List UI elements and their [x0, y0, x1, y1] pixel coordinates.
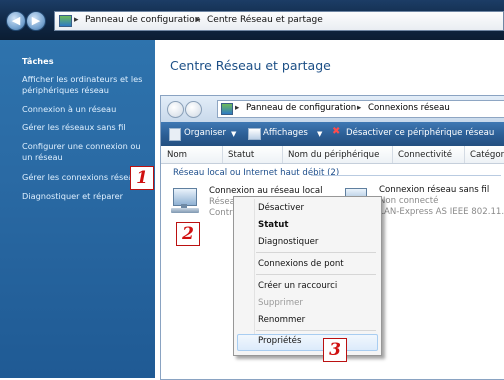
menu-separator [256, 330, 376, 331]
breadcrumb-separator: ▸ [357, 103, 362, 113]
step-marker-1: 1 [130, 166, 154, 190]
context-menu: Désactiver Statut Diagnostiquer Connexio… [233, 196, 382, 356]
column-divider [392, 146, 393, 163]
inner-nav-bar: ▸ Panneau de configuration ▸ Connexions … [161, 96, 504, 122]
task-connect-network[interactable]: Connexion à un réseau [22, 104, 147, 115]
menu-item-status[interactable]: Statut [258, 220, 288, 230]
column-connectivity[interactable]: Connectivité [398, 150, 452, 160]
step-marker-3: 3 [323, 338, 347, 362]
chevron-down-icon: ▼ [317, 130, 323, 138]
breadcrumb-network-center[interactable]: Centre Réseau et partage [207, 15, 323, 25]
menu-item-disable[interactable]: Désactiver [258, 203, 304, 213]
lan-connection-icon[interactable] [169, 186, 205, 216]
inner-breadcrumb-control-panel[interactable]: Panneau de configuration [246, 103, 356, 113]
group-header[interactable]: Réseau local ou Internet haut débit (2) [173, 168, 339, 178]
task-setup-connection[interactable]: Configurer une connexion ou un réseau [22, 141, 147, 163]
column-device-name[interactable]: Nom du périphérique [288, 150, 379, 160]
column-divider [282, 146, 283, 163]
task-manage-wireless[interactable]: Gérer les réseaux sans fil [22, 122, 147, 133]
inner-forward-button[interactable] [185, 101, 202, 118]
step-marker-2: 2 [176, 222, 200, 246]
lan-connection-status: Résea [209, 197, 235, 207]
menu-gutter [254, 199, 255, 351]
forward-button[interactable]: ▶ [26, 11, 46, 31]
back-button[interactable]: ◀ [6, 11, 26, 31]
lan-connection-name[interactable]: Connexion au réseau local [209, 186, 323, 196]
column-divider [464, 146, 465, 163]
breadcrumb-separator: ▸ [235, 103, 240, 113]
menu-item-bridge[interactable]: Connexions de pont [258, 259, 344, 269]
breadcrumb-control-panel[interactable]: Panneau de configuration [85, 15, 200, 25]
menu-item-properties[interactable]: Propriétés [258, 336, 301, 346]
wireless-connection-status: Non connecté [379, 196, 439, 206]
wireless-connection-device: LAN-Express AS IEEE 802.11... [379, 207, 504, 217]
menu-separator [256, 252, 376, 253]
column-status[interactable]: Statut [228, 150, 254, 160]
inner-back-button[interactable] [167, 101, 184, 118]
title-address-bar: ◀ ▶ ▸ Panneau de configuration ▸ Centre … [0, 0, 504, 40]
control-panel-icon [221, 103, 233, 115]
menu-separator [256, 274, 376, 275]
task-pane: Tâches Afficher les ordinateurs et les p… [0, 40, 155, 378]
inner-toolbar: Organiser ▼ Affichages ▼ ✖ Désactiver ce… [161, 122, 504, 146]
organize-button[interactable]: Organiser [184, 128, 226, 138]
lan-connection-device: Contr [209, 208, 233, 218]
disable-device-button[interactable]: Désactiver ce périphérique réseau [346, 128, 494, 138]
column-name[interactable]: Nom [167, 150, 187, 160]
tasks-heading: Tâches [22, 56, 54, 66]
menu-item-create-shortcut[interactable]: Créer un raccourci [258, 281, 337, 291]
views-icon [248, 128, 261, 140]
task-manage-connections[interactable]: Gérer les connexions réseau [22, 172, 147, 183]
menu-item-rename[interactable]: Renommer [258, 315, 305, 325]
task-diagnose-repair[interactable]: Diagnostiquer et réparer [22, 191, 147, 202]
task-view-computers[interactable]: Afficher les ordinateurs et les périphér… [22, 74, 147, 96]
wireless-connection-name[interactable]: Connexion réseau sans fil [379, 185, 489, 195]
views-button[interactable]: Affichages [263, 128, 308, 138]
group-divider [311, 175, 501, 176]
breadcrumb-separator: ▸ [74, 15, 79, 25]
organize-icon [169, 128, 181, 141]
control-panel-icon [59, 15, 72, 27]
chevron-down-icon: ▼ [231, 130, 237, 138]
inner-address-bar[interactable]: ▸ Panneau de configuration ▸ Connexions … [217, 100, 504, 118]
page-title: Centre Réseau et partage [170, 58, 331, 73]
breadcrumb-separator: ▸ [196, 15, 201, 25]
column-header-row: Nom Statut Nom du périphérique Connectiv… [161, 146, 504, 164]
column-divider [222, 146, 223, 163]
column-category[interactable]: Catégorie [470, 150, 504, 160]
disable-icon: ✖ [332, 126, 341, 137]
inner-breadcrumb-connections[interactable]: Connexions réseau [368, 103, 450, 113]
menu-item-delete: Supprimer [258, 298, 303, 308]
menu-item-diagnose[interactable]: Diagnostiquer [258, 237, 318, 247]
address-bar[interactable]: ▸ Panneau de configuration ▸ Centre Rése… [54, 11, 504, 31]
